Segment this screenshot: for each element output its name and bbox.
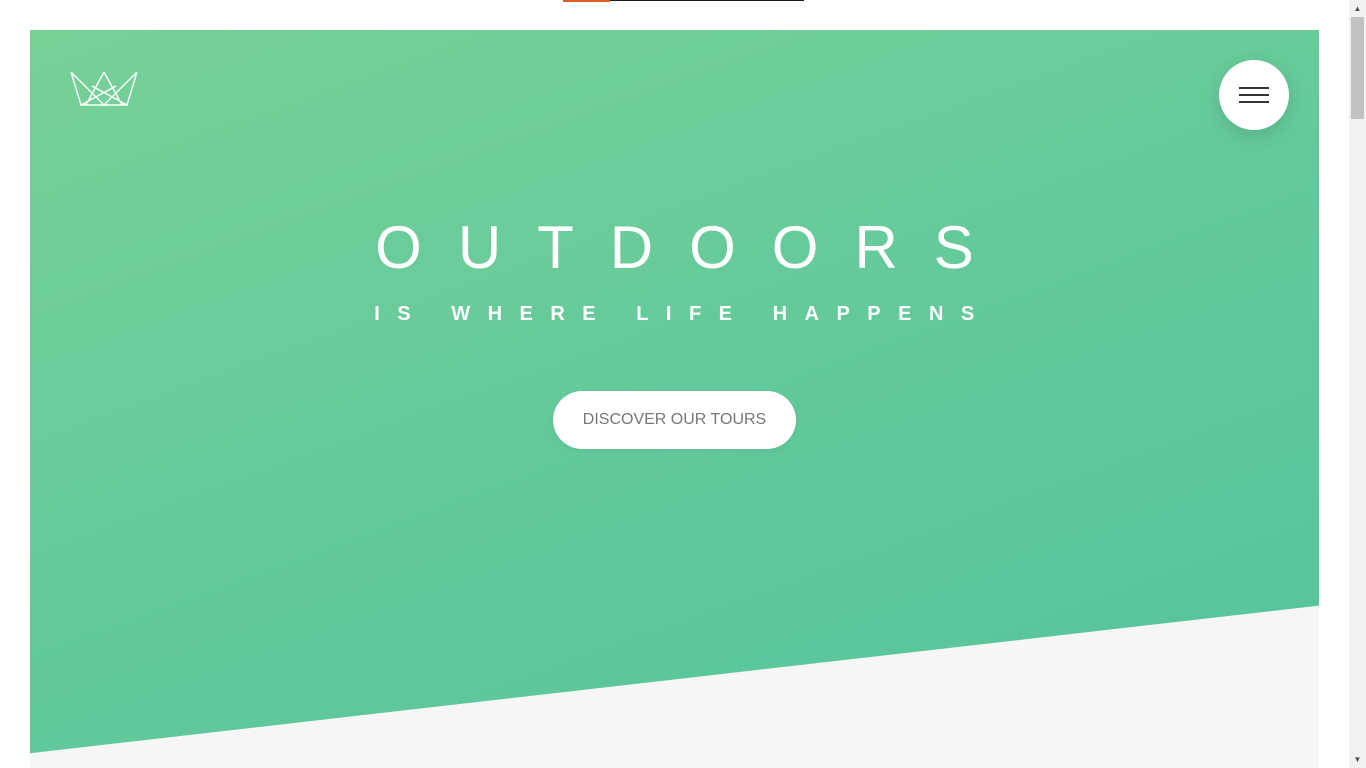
scroll-thumb[interactable] bbox=[1351, 17, 1364, 119]
hero-title: OUTDOORS bbox=[375, 214, 1010, 281]
hamburger-menu-icon bbox=[1239, 87, 1269, 89]
discover-tours-button[interactable]: DISCOVER OUR TOURS bbox=[553, 391, 796, 449]
scroll-up-arrow-icon[interactable]: ▲ bbox=[1349, 0, 1366, 17]
hamburger-menu-icon bbox=[1239, 94, 1269, 96]
top-progress-bar bbox=[563, 0, 804, 2]
hero-subtitle: IS WHERE LIFE HAPPENS bbox=[374, 303, 992, 325]
crown-logo-icon[interactable] bbox=[70, 70, 138, 106]
hamburger-menu-icon bbox=[1239, 101, 1269, 103]
progress-accent bbox=[563, 0, 610, 2]
vertical-scrollbar[interactable]: ▲ ▼ bbox=[1349, 0, 1366, 768]
scroll-down-arrow-icon[interactable]: ▼ bbox=[1349, 751, 1366, 768]
page: OUTDOORS IS WHERE LIFE HAPPENS DISCOVER … bbox=[0, 0, 1366, 768]
hamburger-menu-button[interactable] bbox=[1219, 60, 1289, 130]
